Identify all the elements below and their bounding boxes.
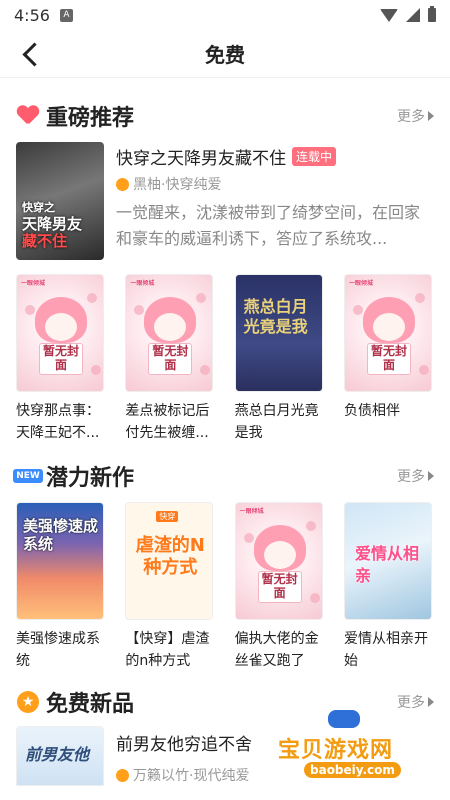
- cover-brand: 一眼倾城: [130, 280, 155, 287]
- chevron-right-icon: [428, 471, 434, 481]
- book-card[interactable]: 一眼倾城 暂无封面 快穿那点事：天降王妃不...: [16, 274, 106, 444]
- more-label: 更多: [397, 109, 425, 125]
- cover-line-1: 快穿之: [22, 201, 55, 214]
- chevron-right-icon: [428, 697, 434, 707]
- book-title: 【快穿】虐渣的n种方式: [125, 631, 210, 669]
- book-card[interactable]: 燕总白月光竟是我 燕总白月光竟是我: [234, 274, 325, 444]
- book-cover[interactable]: 前男友他: [16, 726, 104, 786]
- book-card[interactable]: 快穿 虐渣的N种方式 【快穿】虐渣的n种方式: [125, 502, 215, 672]
- author-category: 万籁以竹·现代纯爱: [133, 768, 250, 784]
- featured-book[interactable]: 快穿之 天降男友 藏不住 快穿之天降男友藏不住 连载中 黑柚·快穿纯爱 一觉醒来…: [0, 136, 450, 264]
- book-title: 差点被标记后付先生被缠...: [125, 403, 210, 441]
- notification-icon: A: [59, 8, 73, 22]
- battery-icon: [428, 6, 436, 22]
- signal-icon: [406, 8, 420, 22]
- cover-title-text: 爱情从相亲: [354, 544, 419, 585]
- cover-placeholder-text: 暂无封面: [257, 571, 302, 603]
- status-badge: 连载中: [292, 146, 337, 166]
- book-author: 万籁以竹·现代纯爱: [116, 765, 434, 785]
- book-title: 爱情从相亲开始: [343, 631, 428, 669]
- featured-book-title: 快穿之天降男友藏不住: [116, 148, 286, 169]
- cover-placeholder-text: 暂无封面: [148, 343, 193, 375]
- star-icon: ★: [16, 690, 40, 714]
- book-cover[interactable]: 快穿 虐渣的N种方式: [125, 502, 214, 620]
- book-title: 偏执大佬的金丝雀又跑了: [234, 631, 319, 669]
- featured-book-author: 黑柚·快穿纯爱: [116, 174, 434, 194]
- wifi-icon: [380, 8, 398, 22]
- cover-placeholder-text: 暂无封面: [366, 343, 411, 375]
- cover-brand: 一眼倾城: [21, 280, 46, 287]
- section-title-free-new: 免费新品: [46, 692, 135, 717]
- book-card[interactable]: 美强惨速成系统 美强惨速成系统: [16, 502, 106, 672]
- status-time: 4:56: [14, 5, 50, 25]
- cover-placeholder-text: 暂无封面: [39, 343, 83, 375]
- cover-tag: 快穿: [156, 511, 179, 522]
- section-title-recommend: 重磅推荐: [46, 106, 135, 131]
- more-label: 更多: [397, 695, 425, 711]
- status-bar: 4:56 A: [0, 0, 450, 30]
- cover-title-text: 前男友他: [25, 745, 90, 764]
- book-card[interactable]: 爱情从相亲 爱情从相亲开始: [343, 502, 434, 672]
- cover-brand: 一眼倾城: [348, 280, 373, 287]
- potential-book-row: 美强惨速成系统 美强惨速成系统 快穿 虐渣的N种方式 【快穿】虐渣的n种方式 一…: [0, 496, 450, 672]
- cover-line-3: 藏不住: [22, 232, 68, 250]
- more-label: 更多: [397, 469, 425, 485]
- cover-brand: 一眼倾城: [239, 508, 264, 515]
- more-button-potential[interactable]: 更多: [397, 466, 434, 486]
- status-icons: [380, 6, 436, 22]
- chevron-right-icon: [428, 111, 434, 121]
- more-button-free-new[interactable]: 更多: [397, 692, 434, 712]
- author-icon: [116, 768, 129, 782]
- section-title-potential: 潜力新作: [46, 466, 135, 491]
- more-button-recommend[interactable]: 更多: [397, 106, 434, 126]
- heart-icon: [16, 104, 40, 128]
- cover-title-text: 燕总白月光竟是我: [243, 297, 308, 336]
- section-header-potential: NEW 潜力新作 更多: [0, 456, 450, 496]
- featured-cover-text: 快穿之 天降男友 藏不住: [22, 199, 100, 250]
- book-cover[interactable]: 一眼倾城 暂无封面: [234, 502, 323, 620]
- cover-title-text: 虐渣的N种方式: [135, 535, 205, 578]
- author-icon: [116, 177, 129, 191]
- new-icon: NEW: [13, 464, 43, 488]
- top-nav-bar: 免费: [0, 30, 450, 78]
- cover-line-2: 天降男友: [22, 215, 83, 233]
- book-cover[interactable]: 一眼倾城 暂无封面: [343, 274, 432, 392]
- book-card[interactable]: 一眼倾城 暂无封面 负债相伴: [343, 274, 434, 444]
- new-badge-text: NEW: [13, 469, 43, 483]
- page-title: 免费: [205, 43, 245, 67]
- book-cover[interactable]: 一眼倾城 暂无封面: [16, 274, 104, 392]
- book-title: 前男友他穷追不舍: [116, 735, 252, 755]
- featured-book-title-row: 快穿之天降男友藏不住 连载中: [116, 144, 434, 169]
- book-card[interactable]: 一眼倾城 暂无封面 偏执大佬的金丝雀又跑了: [234, 502, 325, 672]
- free-new-book[interactable]: 前男友他 前男友他穷追不舍 万籁以竹·现代纯爱: [0, 722, 450, 786]
- featured-book-description: 一觉醒来，沈漾被带到了绮梦空间，在回家和豪车的威逼利诱下，答应了系统攻...: [116, 203, 421, 248]
- book-cover[interactable]: 燕总白月光竟是我: [234, 274, 323, 392]
- free-new-book-info: 前男友他穷追不舍 万籁以竹·现代纯爱: [116, 726, 434, 786]
- book-title: 美强惨速成系统: [16, 631, 100, 669]
- book-cover[interactable]: 一眼倾城 暂无封面: [125, 274, 214, 392]
- book-cover[interactable]: 爱情从相亲: [343, 502, 432, 620]
- book-cover[interactable]: 美强惨速成系统: [16, 502, 104, 620]
- featured-author-category: 黑柚·快穿纯爱: [133, 177, 222, 193]
- book-card[interactable]: 一眼倾城 暂无封面 差点被标记后付先生被缠...: [125, 274, 215, 444]
- section-header-recommend: 重磅推荐 更多: [0, 96, 450, 136]
- featured-book-cover[interactable]: 快穿之 天降男友 藏不住: [16, 142, 104, 260]
- recommend-book-row: 一眼倾城 暂无封面 快穿那点事：天降王妃不... 一眼倾城 暂无封面 差点被标记…: [0, 264, 450, 444]
- cover-title-text: 美强惨速成系统: [23, 517, 99, 553]
- back-arrow-icon[interactable]: [18, 40, 46, 68]
- featured-book-info: 快穿之天降男友藏不住 连载中 黑柚·快穿纯爱 一觉醒来，沈漾被带到了绮梦空间，在…: [116, 142, 434, 264]
- book-title: 快穿那点事：天降王妃不...: [16, 403, 100, 441]
- section-header-free-new: ★ 免费新品 更多: [0, 682, 450, 722]
- book-title: 燕总白月光竟是我: [234, 403, 319, 441]
- book-title: 负债相伴: [343, 403, 400, 419]
